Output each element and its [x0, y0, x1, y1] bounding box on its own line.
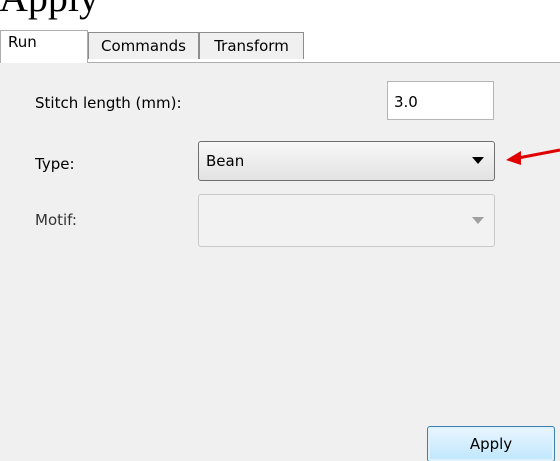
tab-bar: Run Commands Transform [0, 30, 560, 63]
motif-label: Motif: [35, 211, 77, 229]
stitch-length-label: Stitch length (mm): [35, 94, 182, 112]
chevron-down-icon [472, 157, 484, 164]
tab-run[interactable]: Run [0, 30, 88, 63]
type-dropdown[interactable]: Bean [198, 141, 495, 181]
tab-transform[interactable]: Transform [199, 32, 304, 59]
top-strip: Apply [0, 0, 560, 30]
run-tab-panel: Stitch length (mm): Type: Bean Motif: Ap… [0, 62, 560, 461]
motif-dropdown [198, 194, 495, 247]
red-arrow-icon [506, 148, 560, 165]
apply-button[interactable]: Apply [427, 426, 555, 461]
top-heading-text: Apply [0, 0, 99, 18]
chevron-down-icon [472, 217, 484, 224]
type-label: Type: [35, 155, 75, 173]
type-selected-value: Bean [206, 152, 245, 170]
stitch-length-input[interactable] [387, 81, 494, 120]
tab-commands[interactable]: Commands [88, 32, 199, 59]
